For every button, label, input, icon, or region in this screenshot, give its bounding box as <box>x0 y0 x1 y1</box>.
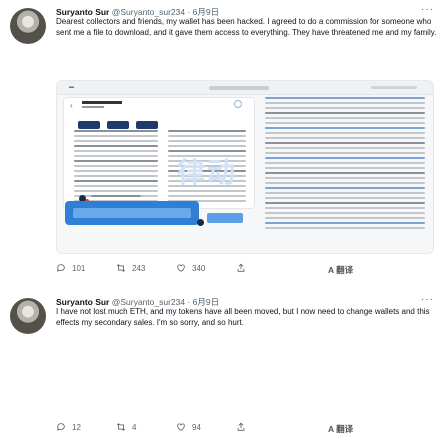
screenshot-message-list <box>265 97 427 245</box>
screenshot-status-bar: ▬ <box>57 81 433 95</box>
chip <box>136 121 158 129</box>
reply-button[interactable]: 101 <box>56 263 85 273</box>
author-name[interactable]: Suryanto Sur <box>56 297 109 307</box>
reply-count: 101 <box>72 263 86 273</box>
text-lines-left <box>74 130 158 205</box>
more-options-button[interactable]: ··· <box>421 294 434 305</box>
retweet-count: 4 <box>132 422 137 432</box>
retweet-icon <box>116 423 126 431</box>
target-icon <box>234 100 242 108</box>
retweet-button[interactable]: 243 <box>116 263 145 273</box>
reply-icon <box>57 423 65 431</box>
like-count: 340 <box>192 263 206 273</box>
like-button[interactable]: 340 <box>176 263 205 273</box>
reply-button[interactable]: 12 <box>56 422 81 432</box>
contact-sub-bar <box>82 106 104 108</box>
tweet[interactable]: Suryanto Sur @Suryanto_sur234 · 6月9日 ···… <box>0 0 448 282</box>
avatar[interactable] <box>10 298 46 334</box>
attached-screenshot-image[interactable]: ▬ ‹ 律动 <box>56 80 434 254</box>
tweet-actions: 12 4 94 A 翻译 <box>56 422 436 436</box>
like-count: 94 <box>192 422 201 432</box>
share-icon <box>237 422 245 431</box>
author-name[interactable]: Suryanto Sur <box>56 7 109 17</box>
more-options-button[interactable]: ··· <box>421 4 434 15</box>
share-button[interactable] <box>236 263 246 273</box>
small-button-graphic <box>207 213 243 223</box>
retweet-button[interactable]: 4 <box>116 422 136 432</box>
chip <box>78 121 100 129</box>
like-button[interactable]: 94 <box>176 422 201 432</box>
tweet[interactable]: Suryanto Sur @Suryanto_sur234 · 6月9日 ···… <box>0 290 448 445</box>
message-lines <box>265 97 425 232</box>
avatar-dot <box>197 219 204 226</box>
heart-icon <box>177 264 185 272</box>
retweet-icon <box>116 264 126 272</box>
contact-name-bar <box>82 101 122 104</box>
translate-button[interactable]: A 翻译 <box>328 423 353 435</box>
translate-button[interactable]: A 翻译 <box>328 264 353 276</box>
tweet-text: I have not lost much ETH, and my tokens … <box>56 307 430 327</box>
heart-icon <box>177 423 185 431</box>
reply-count: 12 <box>72 422 81 432</box>
retweet-count: 243 <box>132 263 146 273</box>
chip <box>107 121 129 129</box>
download-button-graphic <box>65 201 199 225</box>
author-handle-date[interactable]: @Suryanto_sur234 · 6月9日 <box>112 297 219 307</box>
back-arrow-icon: ‹ <box>70 101 73 110</box>
avatar[interactable] <box>10 8 46 44</box>
share-button[interactable] <box>236 422 246 432</box>
status-center-block <box>209 86 269 90</box>
tweet-actions: 101 243 340 A 翻译 <box>56 263 436 277</box>
tweet-text: Dearest collectors and friends, my walle… <box>56 17 437 37</box>
status-time-mark: ▬ <box>69 84 74 90</box>
status-right-block <box>371 86 417 89</box>
share-icon <box>237 263 245 272</box>
reply-icon <box>57 264 65 272</box>
author-handle-date[interactable]: @Suryanto_sur234 · 6月9日 <box>112 7 219 17</box>
watermark: 律动 <box>177 157 238 188</box>
